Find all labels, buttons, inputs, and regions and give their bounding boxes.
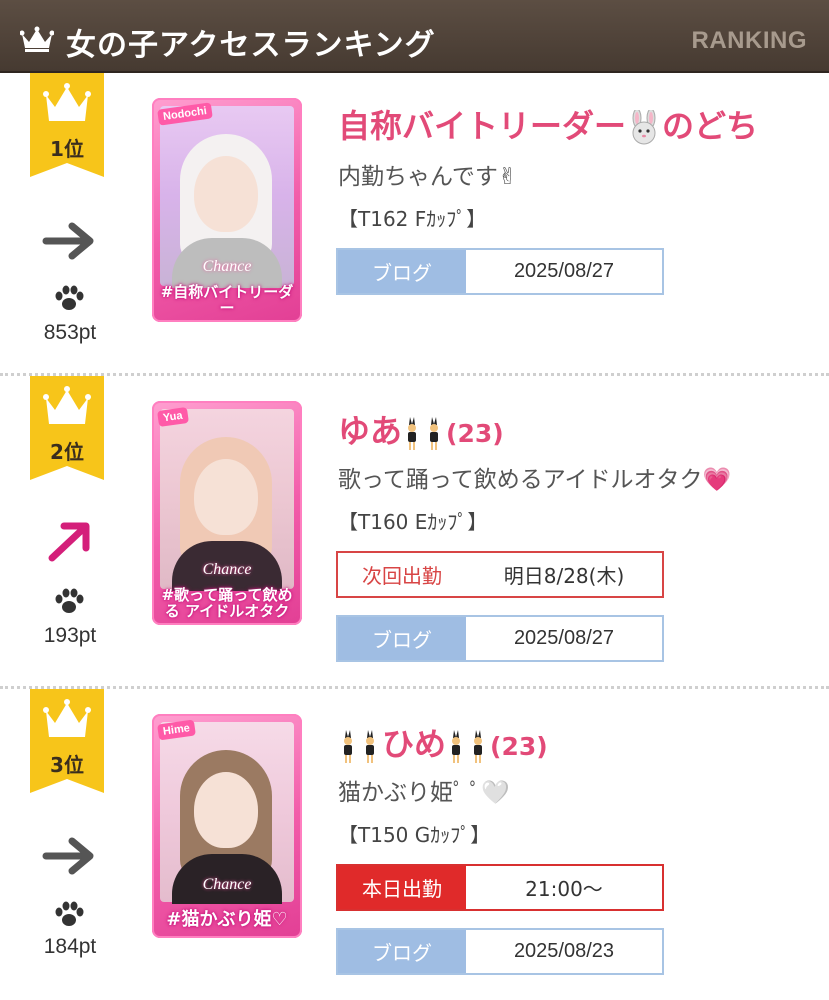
- flat-arrow-icon: [42, 222, 94, 260]
- paw-icon: [55, 901, 84, 926]
- blog-link[interactable]: ブログ 2025/08/23: [336, 928, 664, 975]
- girl-name-text: 自称バイトリーダー: [338, 107, 627, 145]
- ranking-label: RANKING: [691, 27, 807, 54]
- blog-label: ブログ: [338, 617, 466, 660]
- photo-tagline: #猫かぶり姫♡: [166, 909, 288, 930]
- flat-arrow-icon: [42, 837, 94, 875]
- ranking-entry-1[interactable]: 1位 853pt Nodochi Chance #自称バイトリーダー 自称バイト…: [0, 73, 829, 373]
- photo-face: [194, 772, 258, 848]
- blog-date: 2025/08/27: [513, 627, 615, 649]
- crown-icon: [20, 26, 54, 52]
- girl-name-text: ゆあ: [338, 412, 403, 450]
- next-shift-value: 明日8/28(木): [503, 564, 625, 588]
- size-info: 【T150 Gｶｯﾌﾟ】: [338, 823, 491, 847]
- photo-brand: Chance: [202, 561, 252, 578]
- catchphrase: 猫かぶり姫ﾟ ﾟ🤍: [338, 780, 510, 806]
- ranking-header: 女の子アクセスランキング RANKING: [0, 0, 829, 73]
- points-value: 193pt: [43, 624, 97, 647]
- catchphrase: 歌って踊って飲めるアイドルオタク💗: [338, 467, 732, 493]
- bunny-dancers-icon: [408, 417, 439, 450]
- bunny-dancers-icon: [452, 730, 483, 763]
- girl-age: (23): [446, 419, 504, 448]
- photo-face: [194, 459, 258, 535]
- girl-name[interactable]: ゆあ (23): [338, 406, 504, 452]
- girl-name-suffix: のどち: [662, 107, 759, 145]
- ranking-entry-2[interactable]: 2位 193pt Yua Chance #歌って踊って飲める アイドルオタク ゆ…: [0, 376, 829, 686]
- girl-name-text: ひめ: [382, 725, 447, 763]
- header-title: 女の子アクセスランキング: [66, 28, 436, 63]
- today-shift-label: 本日出勤: [338, 866, 466, 909]
- ranking-entry-3[interactable]: 3位 184pt Hime Chance #猫かぶり姫♡ ひめ (23) 猫かぶ…: [0, 689, 829, 1000]
- next-shift-label: 次回出勤: [362, 564, 442, 588]
- today-shift-value: 21:00～: [525, 877, 603, 901]
- today-shift: 本日出勤 21:00～: [336, 864, 664, 911]
- blog-date: 2025/08/27: [513, 260, 615, 282]
- photo-brand: Chance: [202, 876, 252, 893]
- points-value: 184pt: [43, 935, 97, 958]
- blog-label: ブログ: [338, 930, 466, 973]
- blog-date: 2025/08/23: [513, 940, 615, 962]
- photo-tagline: #歌って踊って飲める アイドルオタク: [161, 586, 293, 620]
- next-shift: 次回出勤 明日8/28(木): [336, 551, 664, 598]
- profile-photo[interactable]: Yua Chance #歌って踊って飲める アイドルオタク: [152, 401, 302, 625]
- blog-link[interactable]: ブログ 2025/08/27: [336, 248, 664, 295]
- paw-icon: [55, 588, 84, 613]
- girl-age: (23): [490, 732, 548, 761]
- rabbit-face-icon: [632, 110, 656, 145]
- rank-badge: 1位: [30, 73, 104, 177]
- blog-link[interactable]: ブログ 2025/08/27: [336, 615, 664, 662]
- bunny-dancers-icon: [344, 730, 374, 763]
- girl-name[interactable]: 自称バイトリーダー のどち: [338, 101, 758, 147]
- points-value: 853pt: [43, 321, 97, 344]
- rank-badge: 2位: [30, 376, 104, 480]
- blog-label: ブログ: [338, 250, 466, 293]
- rank-label: 1位: [50, 137, 84, 161]
- photo-brand: Chance: [202, 258, 252, 275]
- rank-label: 3位: [50, 753, 84, 777]
- up-right-arrow-icon: [48, 522, 90, 562]
- photo-face: [194, 156, 258, 232]
- profile-photo[interactable]: Nodochi Chance #自称バイトリーダー: [152, 98, 302, 322]
- rank-badge: 3位: [30, 689, 104, 793]
- size-info: 【T160 Eｶｯﾌﾟ】: [338, 510, 488, 534]
- rank-label: 2位: [50, 440, 84, 464]
- profile-photo[interactable]: Hime Chance #猫かぶり姫♡: [152, 714, 302, 938]
- paw-icon: [55, 285, 84, 310]
- catchphrase: 内勤ちゃんです✌: [338, 164, 518, 190]
- girl-name[interactable]: ひめ (23): [338, 719, 548, 765]
- photo-tagline: #自称バイトリーダー: [160, 283, 294, 317]
- size-info: 【T162 Fｶｯﾌﾟ】: [338, 207, 487, 231]
